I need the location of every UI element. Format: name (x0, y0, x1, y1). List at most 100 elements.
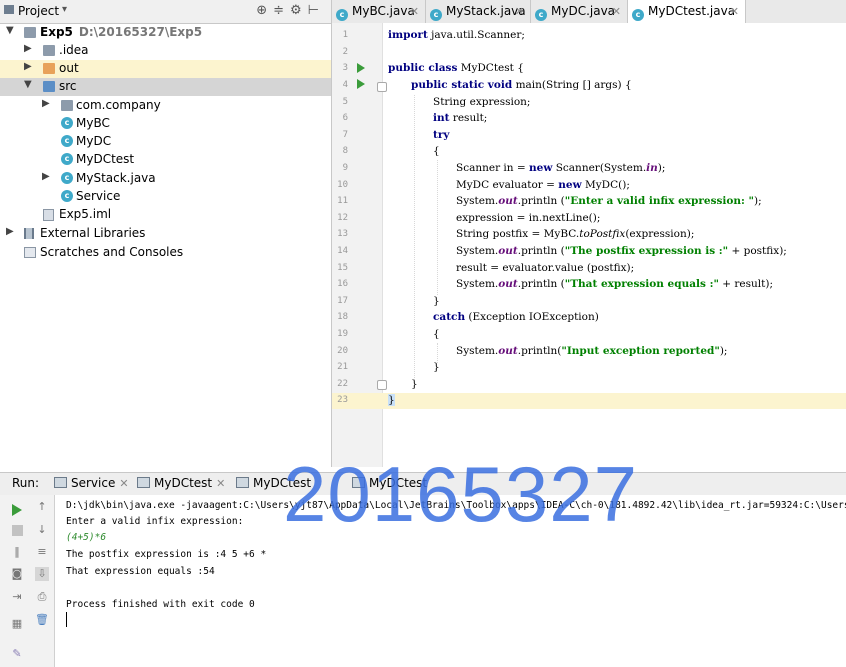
chevron-right-icon[interactable]: ▶ (6, 226, 18, 237)
code-text: ); (719, 345, 728, 357)
arrow-down-icon[interactable]: ↓ (35, 523, 49, 537)
tree-item-label: Service (76, 189, 121, 203)
close-icon[interactable]: ✕ (410, 0, 419, 23)
code-text: (Exception IOException) (465, 311, 599, 323)
close-icon[interactable]: ✕ (612, 0, 621, 23)
tab-mystack[interactable]: c MyStack.java ✕ (426, 0, 531, 23)
fold-icon[interactable] (377, 82, 387, 92)
editor-tab-bar: c MyBC.java ✕ c MyStack.java ✕ c MyDC.java ✕ c… (332, 0, 846, 24)
tree-item-scratches[interactable]: Scratches and Consoles (0, 244, 331, 262)
tree-item-idea[interactable]: ▶ .idea (0, 42, 331, 60)
package-icon (61, 100, 73, 111)
close-icon[interactable]: ✕ (216, 477, 225, 490)
code-string: "Enter a valid infix expression: " (564, 195, 755, 207)
module-file-icon (43, 209, 54, 221)
chevron-right-icon[interactable]: ▶ (24, 43, 36, 54)
hide-icon[interactable]: ⊢ (308, 3, 325, 18)
line-number: 17 (337, 296, 348, 306)
camera-icon[interactable]: ◙ (10, 567, 24, 581)
scroll-to-end-icon[interactable]: ⇩ (35, 567, 49, 581)
target-icon[interactable]: ⊕ (256, 3, 273, 18)
tree-item-exp5[interactable]: ▼ Exp5 D:\20165327\Exp5 (0, 24, 331, 42)
code-static-field: out (498, 345, 518, 357)
tree-item-mybc[interactable]: c MyBC (0, 115, 331, 133)
layout-icon[interactable]: ▦ (10, 617, 24, 631)
line-number: 14 (337, 246, 348, 256)
login-icon[interactable]: ⇥ (10, 590, 24, 604)
chevron-down-icon[interactable]: ▼ (6, 25, 18, 36)
line-number: 23 (337, 395, 348, 405)
soft-wrap-icon[interactable]: ≡ (35, 545, 49, 559)
trash-icon[interactable]: 🗑 (35, 613, 49, 627)
code-static-field: out (498, 278, 518, 290)
code-text: ); (657, 162, 666, 174)
print-icon[interactable]: ⎙ (35, 590, 49, 604)
pause-icon[interactable]: ‖ (10, 545, 24, 559)
run-config-icon (137, 477, 150, 488)
indent-guide (437, 343, 438, 363)
tab-label: MyDC.java (551, 4, 616, 18)
tree-item-service[interactable]: c Service (0, 188, 331, 206)
tree-item-mystack[interactable]: ▶ c MyStack.java (0, 170, 331, 188)
code-text: String postfix = MyBC. (456, 228, 580, 240)
tree-item-com-company[interactable]: ▶ com.company (0, 97, 331, 115)
line-number: 2 (342, 47, 348, 57)
run-tab-service[interactable]: Service ✕ (54, 476, 129, 490)
arrow-up-icon[interactable]: ↑ (35, 500, 49, 514)
line-number: 19 (337, 329, 348, 339)
chevron-right-icon[interactable]: ▶ (42, 171, 54, 182)
close-icon[interactable]: ✕ (730, 0, 739, 23)
run-main-icon[interactable] (357, 79, 365, 89)
indent-guide (437, 160, 438, 295)
code-line-12: expression = in.nextLine(); (456, 212, 601, 224)
fold-icon[interactable] (377, 380, 387, 390)
code-line-22: } (411, 378, 418, 390)
stop-icon[interactable] (12, 525, 23, 536)
code-text: result; (449, 112, 488, 124)
tab-mybc[interactable]: c MyBC.java ✕ (332, 0, 426, 23)
code-text: + result); (718, 278, 774, 290)
tree-item-src[interactable]: ▼ src (0, 78, 331, 96)
collapse-icon[interactable]: ≑ (273, 3, 290, 18)
chevron-down-icon[interactable]: ▾ (62, 4, 67, 15)
project-panel-title[interactable]: Project (18, 4, 59, 18)
code-text: System. (456, 345, 499, 357)
tree-item-mydc[interactable]: c MyDC (0, 133, 331, 151)
scratches-icon (24, 247, 36, 258)
chevron-right-icon[interactable]: ▶ (24, 61, 36, 72)
code-text: + postfix); (728, 245, 787, 257)
console-caret (66, 612, 67, 627)
console-user-input: (4+5)*6 (66, 532, 107, 543)
code-keyword: public class (388, 62, 458, 74)
run-class-icon[interactable] (357, 63, 365, 73)
pin-icon[interactable]: ✎ (10, 647, 24, 661)
console-exit-message: Process finished with exit code 0 (66, 599, 255, 610)
tree-item-external-libraries[interactable]: ▶ External Libraries (0, 225, 331, 243)
tree-item-label: .idea (59, 43, 89, 57)
project-panel-tools: ⊕≑⚙⊢ (256, 3, 325, 18)
code-static-field: in (646, 162, 658, 174)
chevron-right-icon[interactable]: ▶ (42, 98, 54, 109)
tree-item-mydctest[interactable]: c MyDCtest (0, 151, 331, 169)
close-icon[interactable]: ✕ (119, 477, 128, 490)
code-line-23: } (388, 394, 395, 406)
line-number: 15 (337, 263, 348, 273)
code-text: Scanner(System. (552, 162, 647, 174)
code-text: MyDCtest { (457, 62, 524, 74)
project-path: D:\20165327\Exp5 (78, 25, 203, 39)
tab-label: MyBC.java (352, 4, 415, 18)
java-class-icon: c (430, 9, 442, 21)
line-number: 8 (342, 146, 348, 156)
run-tab-mydctest-1[interactable]: MyDCtest ✕ (137, 476, 225, 490)
gear-icon[interactable]: ⚙ (290, 3, 308, 18)
close-icon[interactable]: ✕ (515, 0, 524, 23)
tree-item-out[interactable]: ▶ out (0, 60, 331, 78)
tab-mydc[interactable]: c MyDC.java ✕ (531, 0, 628, 23)
code-keyword: int (433, 112, 450, 124)
tab-mydctest[interactable]: c MyDCtest.java ✕ (628, 0, 746, 23)
code-line-4: public static void main(String [] args) … (411, 79, 632, 91)
chevron-down-icon[interactable]: ▼ (24, 79, 36, 90)
rerun-icon[interactable] (12, 504, 22, 516)
tree-item-exp5-iml[interactable]: Exp5.iml (0, 206, 331, 224)
code-line-3: public class MyDCtest { (388, 62, 524, 74)
